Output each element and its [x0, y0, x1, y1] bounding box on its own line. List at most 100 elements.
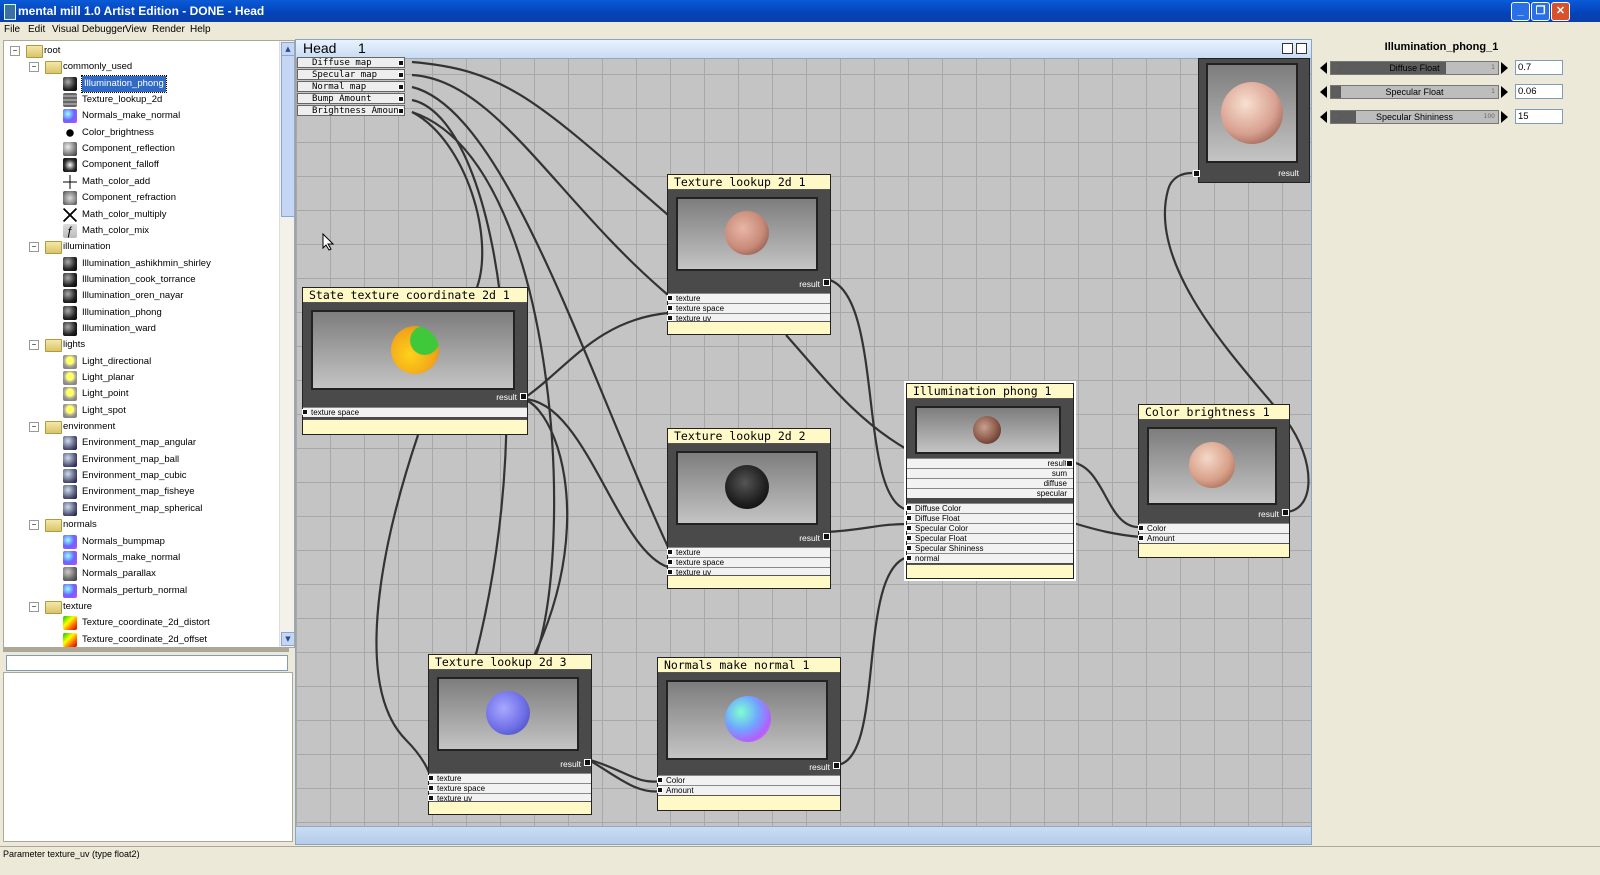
node-state-texture-coordinate[interactable]: State texture coordinate 2d 1 result tex…: [302, 287, 528, 435]
output-port-diffuse[interactable]: diffuse: [907, 478, 1073, 488]
value-field[interactable]: 0.06: [1515, 84, 1563, 99]
input-port-specular-color[interactable]: Specular Color: [906, 523, 1073, 533]
input-port-specular-float[interactable]: Specular Float: [906, 533, 1073, 543]
output-port-icon[interactable]: [520, 393, 527, 400]
collapse-icon[interactable]: −: [29, 422, 39, 433]
param-diffuse-map[interactable]: Diffuse map: [297, 57, 405, 68]
input-port-color[interactable]: Color: [1138, 523, 1289, 533]
input-port-texture[interactable]: texture: [428, 773, 591, 783]
input-port-icon[interactable]: [302, 409, 308, 415]
input-port-icon[interactable]: [1193, 170, 1200, 177]
input-port-icon[interactable]: [906, 515, 912, 521]
input-port-icon[interactable]: [906, 525, 912, 531]
param-bump-amount[interactable]: Bump Amount: [297, 93, 405, 104]
menu-help[interactable]: Help: [190, 24, 211, 35]
output-port-result[interactable]: result: [907, 458, 1073, 468]
input-port-icon[interactable]: [1138, 535, 1144, 541]
decrement-arrow-icon[interactable]: [1320, 62, 1327, 74]
slider-specular-float[interactable]: 0 Specular Float 1 0.06: [1318, 83, 1566, 101]
input-port-amount[interactable]: Amount: [1138, 533, 1289, 543]
close-button[interactable]: ✕: [1551, 2, 1570, 21]
param-specular-map[interactable]: Specular map: [297, 69, 405, 80]
input-port-icon[interactable]: [1138, 525, 1144, 531]
input-port-icon[interactable]: [657, 787, 663, 793]
collapse-icon[interactable]: −: [29, 601, 39, 612]
node-color-brightness[interactable]: Color brightness 1 result Color Amount: [1138, 404, 1290, 558]
menu-render[interactable]: Render: [152, 24, 185, 35]
maximize-button[interactable]: ❐: [1531, 2, 1550, 21]
slider-diffuse-float[interactable]: 0 Diffuse Float 1 0.7: [1318, 59, 1566, 77]
input-port-icon[interactable]: [906, 545, 912, 551]
input-port-diffuse-float[interactable]: Diffuse Float: [906, 513, 1073, 523]
shader-library-tree[interactable]: − root − commonly_used Illumination_phong Tex…: [3, 40, 295, 648]
panel-splitter[interactable]: [3, 648, 289, 652]
increment-arrow-icon[interactable]: [1501, 62, 1508, 74]
parameter-port-icon[interactable]: [398, 96, 404, 102]
output-port-icon[interactable]: [584, 759, 591, 766]
input-port-texture-space[interactable]: texture space: [667, 303, 830, 313]
input-port-icon[interactable]: [906, 555, 912, 561]
menu-visual-debugger[interactable]: Visual Debugger: [52, 24, 126, 35]
parameter-port-icon[interactable]: [398, 84, 404, 90]
input-port-texture-space[interactable]: texture space: [302, 407, 527, 417]
output-port-specular[interactable]: specular: [907, 488, 1073, 498]
menu-view[interactable]: View: [125, 24, 147, 35]
output-port-icon[interactable]: [1282, 509, 1289, 516]
collapse-icon[interactable]: −: [29, 340, 39, 351]
slider-track[interactable]: 0 Diffuse Float 1: [1330, 61, 1499, 75]
param-normal-map[interactable]: Normal map: [297, 81, 405, 92]
scroll-down-icon[interactable]: ▼: [281, 632, 294, 646]
increment-arrow-icon[interactable]: [1501, 111, 1508, 123]
input-port-color[interactable]: Color: [657, 775, 840, 785]
input-port-icon[interactable]: [428, 785, 434, 791]
slider-track[interactable]: 0 Specular Shininess 100: [1330, 110, 1499, 124]
input-port-texture-space[interactable]: texture space: [667, 557, 830, 567]
scroll-up-icon[interactable]: ▲: [281, 42, 294, 56]
value-field[interactable]: 0.7: [1515, 60, 1563, 75]
increment-arrow-icon[interactable]: [1501, 86, 1508, 98]
input-port-icon[interactable]: [428, 775, 434, 781]
parameter-port-icon[interactable]: [398, 72, 404, 78]
output-port-icon[interactable]: [823, 533, 830, 540]
slider-specular-shininess[interactable]: 0 Specular Shininess 100 15: [1318, 108, 1566, 126]
node-illumination-phong[interactable]: Illumination phong 1 result sum diffuse …: [904, 381, 1076, 581]
output-port-icon[interactable]: [833, 762, 840, 769]
node-texture-lookup-3[interactable]: Texture lookup 2d 3 result texture textu…: [428, 654, 592, 815]
input-port-normal[interactable]: normal: [906, 553, 1073, 563]
decrement-arrow-icon[interactable]: [1320, 111, 1327, 123]
input-port-icon[interactable]: [667, 295, 673, 301]
input-port-texture[interactable]: texture: [667, 547, 830, 557]
input-port-diffuse-color[interactable]: Diffuse Color: [906, 503, 1073, 513]
input-port-icon[interactable]: [657, 777, 663, 783]
node-texture-lookup-2[interactable]: Texture lookup 2d 2 result texture textu…: [667, 428, 831, 589]
menu-edit[interactable]: Edit: [28, 24, 45, 35]
node-normals-make-normal[interactable]: Normals make normal 1 result Color Amoun…: [657, 657, 841, 811]
input-port-icon[interactable]: [667, 305, 673, 311]
collapse-icon[interactable]: −: [29, 520, 39, 531]
menu-file[interactable]: File: [4, 24, 20, 35]
output-port-icon[interactable]: [1066, 460, 1073, 467]
param-brightness-amount[interactable]: Brightness Amoun: [297, 105, 405, 116]
output-port-icon[interactable]: [823, 279, 830, 286]
input-port-texture[interactable]: texture: [667, 293, 830, 303]
input-port-icon[interactable]: [667, 549, 673, 555]
node-texture-lookup-1[interactable]: Texture lookup 2d 1 result texture textu…: [667, 174, 831, 335]
slider-track[interactable]: 0 Specular Float 1: [1330, 85, 1499, 99]
search-input[interactable]: [6, 655, 288, 671]
input-port-texture-space[interactable]: texture space: [428, 783, 591, 793]
parameter-port-icon[interactable]: [398, 108, 404, 114]
tree-scrollbar[interactable]: ▲ ▼: [279, 41, 294, 647]
input-port-icon[interactable]: [906, 535, 912, 541]
collapse-icon[interactable]: −: [10, 46, 20, 56]
scroll-thumb[interactable]: [281, 55, 294, 217]
input-port-icon[interactable]: [667, 559, 673, 565]
collapse-icon[interactable]: −: [29, 242, 39, 253]
decrement-arrow-icon[interactable]: [1320, 86, 1327, 98]
input-port-icon[interactable]: [906, 505, 912, 511]
value-field[interactable]: 15: [1515, 109, 1563, 124]
output-port-sum[interactable]: sum: [907, 468, 1073, 478]
node-output-result[interactable]: result: [1193, 58, 1310, 183]
collapse-icon[interactable]: −: [29, 62, 39, 73]
input-port-amount[interactable]: Amount: [657, 785, 840, 795]
shader-graph-canvas[interactable]: Head 1 State texture coordinate 2d 1 res…: [295, 39, 1312, 845]
